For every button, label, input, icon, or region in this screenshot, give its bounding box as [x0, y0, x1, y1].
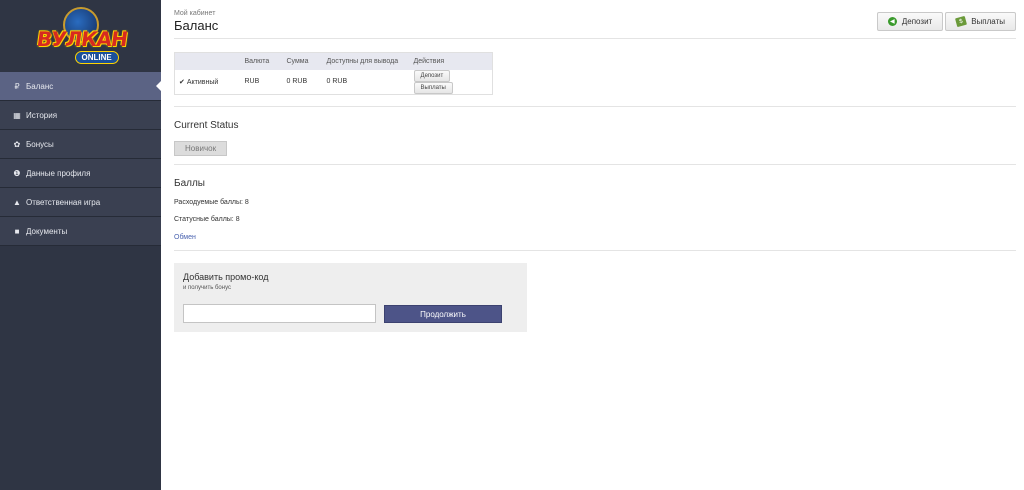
- page-title: Баланс: [174, 18, 219, 33]
- sidebar-item-label: Бонусы: [26, 139, 54, 149]
- sidebar-item-label: Ответственная игра: [26, 197, 101, 207]
- money-icon: $: [955, 15, 968, 28]
- check-icon: ✔: [179, 78, 185, 86]
- available-cell: 0 RUB: [326, 78, 348, 85]
- sidebar-nav: ₽ Баланс ▦ История ✿ Бонусы ❶ Данные про…: [0, 72, 161, 246]
- points-title: Баллы: [174, 178, 205, 189]
- lock-icon: ▲: [13, 197, 21, 207]
- main-content: Мой кабинет Баланс ◀ Депозит $ Выплаты В…: [161, 0, 1024, 490]
- deposit-icon: ◀: [887, 17, 897, 26]
- continue-button[interactable]: Продолжить: [384, 305, 502, 323]
- logo-online-badge: ONLINE: [74, 51, 119, 64]
- sidebar: ВУЛКАН ONLINE ₽ Баланс ▦ История ✿ Бонус…: [0, 0, 161, 490]
- sidebar-item-label: Документы: [26, 226, 68, 236]
- currency-cell: RUB: [244, 78, 260, 85]
- breadcrumb: Мой кабинет: [174, 10, 216, 17]
- ruble-icon: ₽: [14, 81, 20, 91]
- column-header-actions: Действия: [409, 52, 493, 70]
- exchange-link[interactable]: Обмен: [174, 234, 196, 241]
- sidebar-item-responsible-gaming[interactable]: ▲ Ответственная игра: [0, 188, 161, 217]
- row-deposit-button[interactable]: Депозит: [413, 69, 451, 82]
- status-text: Активный: [186, 78, 219, 86]
- table-row: ✔ Активный RUB 0 RUB 0 RUB Депозит Выпла…: [175, 69, 493, 95]
- vulkan-logo[interactable]: ВУЛКАН ONLINE: [33, 5, 129, 67]
- payouts-button[interactable]: $ Выплаты: [945, 12, 1016, 31]
- spendable-points: Расходуемые баллы: 8: [174, 199, 249, 206]
- section-divider: [174, 164, 1016, 165]
- sidebar-item-history[interactable]: ▦ История: [0, 101, 161, 130]
- section-divider: [174, 250, 1016, 251]
- header-divider: [174, 38, 1016, 39]
- sidebar-item-label: История: [26, 110, 58, 120]
- current-status-title: Current Status: [174, 120, 239, 131]
- page-header: Мой кабинет Баланс: [174, 10, 218, 33]
- sidebar-item-label: Баланс: [26, 81, 54, 91]
- payouts-button-label: Выплаты: [971, 17, 1005, 26]
- status-cell: ✔ Активный: [175, 70, 241, 95]
- promo-code-input[interactable]: [183, 304, 376, 323]
- sidebar-item-profile[interactable]: ❶ Данные профиля: [0, 159, 161, 188]
- column-header-status: [174, 52, 241, 70]
- status-badge: Новичок: [174, 141, 228, 156]
- logo-wordmark: ВУЛКАН: [34, 27, 129, 51]
- promo-title: Добавить промо-код: [183, 272, 269, 282]
- folder-icon: ■: [14, 226, 20, 236]
- table-header-row: Валюта Сумма Доступны для вывода Действи…: [174, 52, 493, 70]
- logo-area: ВУЛКАН ONLINE: [0, 0, 161, 72]
- deposit-button-label: Депозит: [901, 17, 933, 26]
- status-points: Статусные баллы: 8: [174, 216, 240, 223]
- promo-subtitle: и получить бонус: [183, 285, 232, 291]
- section-divider: [174, 106, 1016, 107]
- column-header-amount: Сумма: [282, 52, 323, 70]
- column-header-available: Доступны для вывода: [322, 52, 410, 70]
- sidebar-item-label: Данные профиля: [26, 168, 91, 178]
- gift-icon: ✿: [13, 139, 21, 149]
- balance-table: Валюта Сумма Доступны для вывода Действи…: [174, 52, 493, 95]
- actions-cell: Депозит Выплаты: [410, 69, 493, 95]
- sidebar-item-balance[interactable]: ₽ Баланс: [0, 72, 161, 101]
- sidebar-item-bonuses[interactable]: ✿ Бонусы: [0, 130, 161, 159]
- column-header-currency: Валюта: [240, 52, 283, 70]
- row-payout-button[interactable]: Выплаты: [413, 81, 453, 94]
- promo-code-panel: Добавить промо-код и получить бонус Прод…: [174, 263, 527, 332]
- amount-cell: 0 RUB: [286, 78, 308, 85]
- info-icon: ❶: [13, 168, 21, 178]
- header-actions: ◀ Депозит $ Выплаты: [876, 12, 1016, 31]
- calendar-icon: ▦: [13, 110, 21, 120]
- deposit-button[interactable]: ◀ Депозит: [876, 12, 944, 31]
- sidebar-item-documents[interactable]: ■ Документы: [0, 217, 161, 246]
